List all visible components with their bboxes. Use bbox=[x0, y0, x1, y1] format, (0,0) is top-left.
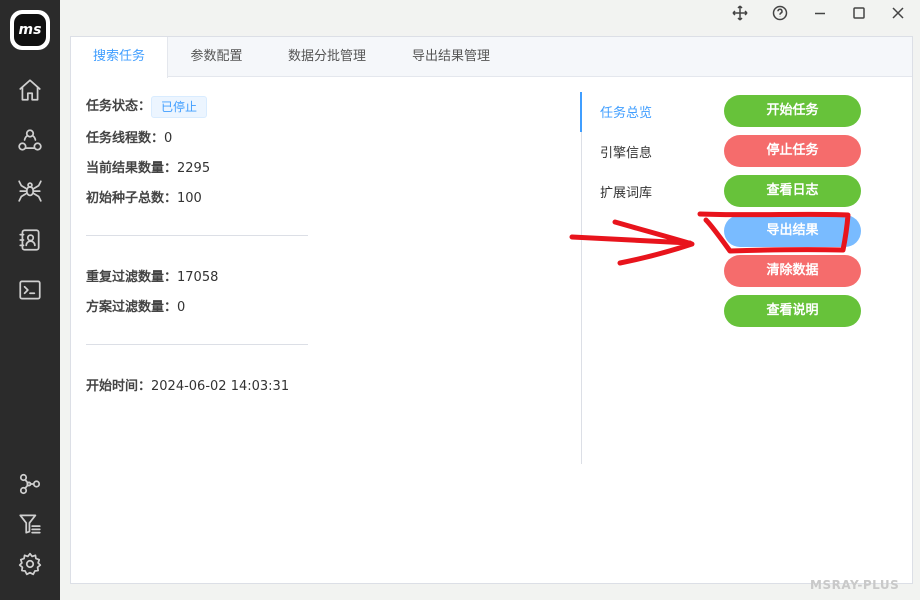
app-logo: ms bbox=[10, 10, 50, 50]
terminal-icon[interactable] bbox=[16, 276, 44, 304]
seed-count-value: 100 bbox=[177, 191, 202, 206]
help-icon[interactable] bbox=[769, 2, 791, 24]
filter-list-icon[interactable] bbox=[16, 510, 44, 538]
side-tabs-divider bbox=[581, 92, 582, 464]
start-task-button[interactable]: 开始任务 bbox=[724, 95, 861, 127]
thread-count-row: 任务线程数：0 bbox=[86, 127, 172, 146]
graph-icon[interactable] bbox=[16, 470, 44, 498]
seed-count-label: 初始种子总数： bbox=[86, 191, 178, 206]
share-icon[interactable] bbox=[16, 126, 44, 154]
gear-icon[interactable] bbox=[16, 550, 44, 578]
spider-icon[interactable] bbox=[16, 176, 44, 204]
start-time-label: 开始时间： bbox=[86, 379, 152, 394]
export-result-button[interactable]: 导出结果 bbox=[724, 215, 861, 247]
contacts-icon[interactable] bbox=[16, 226, 44, 254]
close-icon[interactable] bbox=[887, 2, 909, 24]
plan-filter-label: 方案过滤数量： bbox=[86, 300, 178, 315]
duplicate-filter-row: 重复过滤数量：17058 bbox=[86, 266, 218, 285]
plan-filter-row: 方案过滤数量：0 bbox=[86, 296, 185, 315]
move-icon[interactable] bbox=[729, 2, 751, 24]
divider bbox=[86, 235, 308, 236]
result-count-value: 2295 bbox=[177, 161, 211, 176]
seed-count-row: 初始种子总数：100 bbox=[86, 187, 202, 206]
tab-bar: 搜索任务 参数配置 数据分批管理 导出结果管理 bbox=[71, 37, 912, 78]
tab-parameter-config[interactable]: 参数配置 bbox=[168, 37, 265, 77]
main-panel: 搜索任务 参数配置 数据分批管理 导出结果管理 任务状态： 已停止 任务线程数：0… bbox=[70, 36, 913, 584]
thread-count-label: 任务线程数： bbox=[86, 131, 165, 146]
plan-filter-value: 0 bbox=[177, 300, 186, 315]
side-tab-task-overview[interactable]: 任务总览 bbox=[600, 102, 652, 121]
duplicate-filter-value: 17058 bbox=[177, 270, 219, 285]
clear-data-button[interactable]: 清除数据 bbox=[724, 255, 861, 287]
side-tab-extended-lexicon[interactable]: 扩展词库 bbox=[600, 182, 652, 201]
minimize-icon[interactable] bbox=[809, 2, 831, 24]
home-icon[interactable] bbox=[16, 76, 44, 104]
result-count-label: 当前结果数量： bbox=[86, 161, 178, 176]
watermark: MSRAY-PLUS bbox=[810, 578, 900, 592]
status-badge: 已停止 bbox=[151, 95, 208, 118]
duplicate-filter-label: 重复过滤数量： bbox=[86, 270, 178, 285]
result-count-row: 当前结果数量：2295 bbox=[86, 157, 210, 176]
view-log-button[interactable]: 查看日志 bbox=[724, 175, 861, 207]
start-time-value: 2024-06-02 14:03:31 bbox=[151, 379, 290, 394]
view-instructions-button[interactable]: 查看说明 bbox=[724, 295, 861, 327]
logo-text: ms bbox=[14, 14, 46, 46]
task-status-label: 任务状态： bbox=[86, 99, 152, 114]
sidebar: ms bbox=[0, 0, 60, 600]
start-time-row: 开始时间：2024-06-02 14:03:31 bbox=[86, 375, 289, 394]
tab-export-result-management[interactable]: 导出结果管理 bbox=[389, 37, 513, 77]
side-tab-active-indicator bbox=[580, 92, 582, 132]
divider bbox=[86, 344, 308, 345]
side-tab-engine-info[interactable]: 引擎信息 bbox=[600, 142, 652, 161]
tab-data-batch-management[interactable]: 数据分批管理 bbox=[265, 37, 389, 77]
stop-task-button[interactable]: 停止任务 bbox=[724, 135, 861, 167]
tab-search-task[interactable]: 搜索任务 bbox=[71, 37, 168, 78]
task-status-row: 任务状态： 已停止 bbox=[86, 95, 208, 118]
thread-count-value: 0 bbox=[164, 131, 173, 146]
maximize-icon[interactable] bbox=[848, 2, 870, 24]
